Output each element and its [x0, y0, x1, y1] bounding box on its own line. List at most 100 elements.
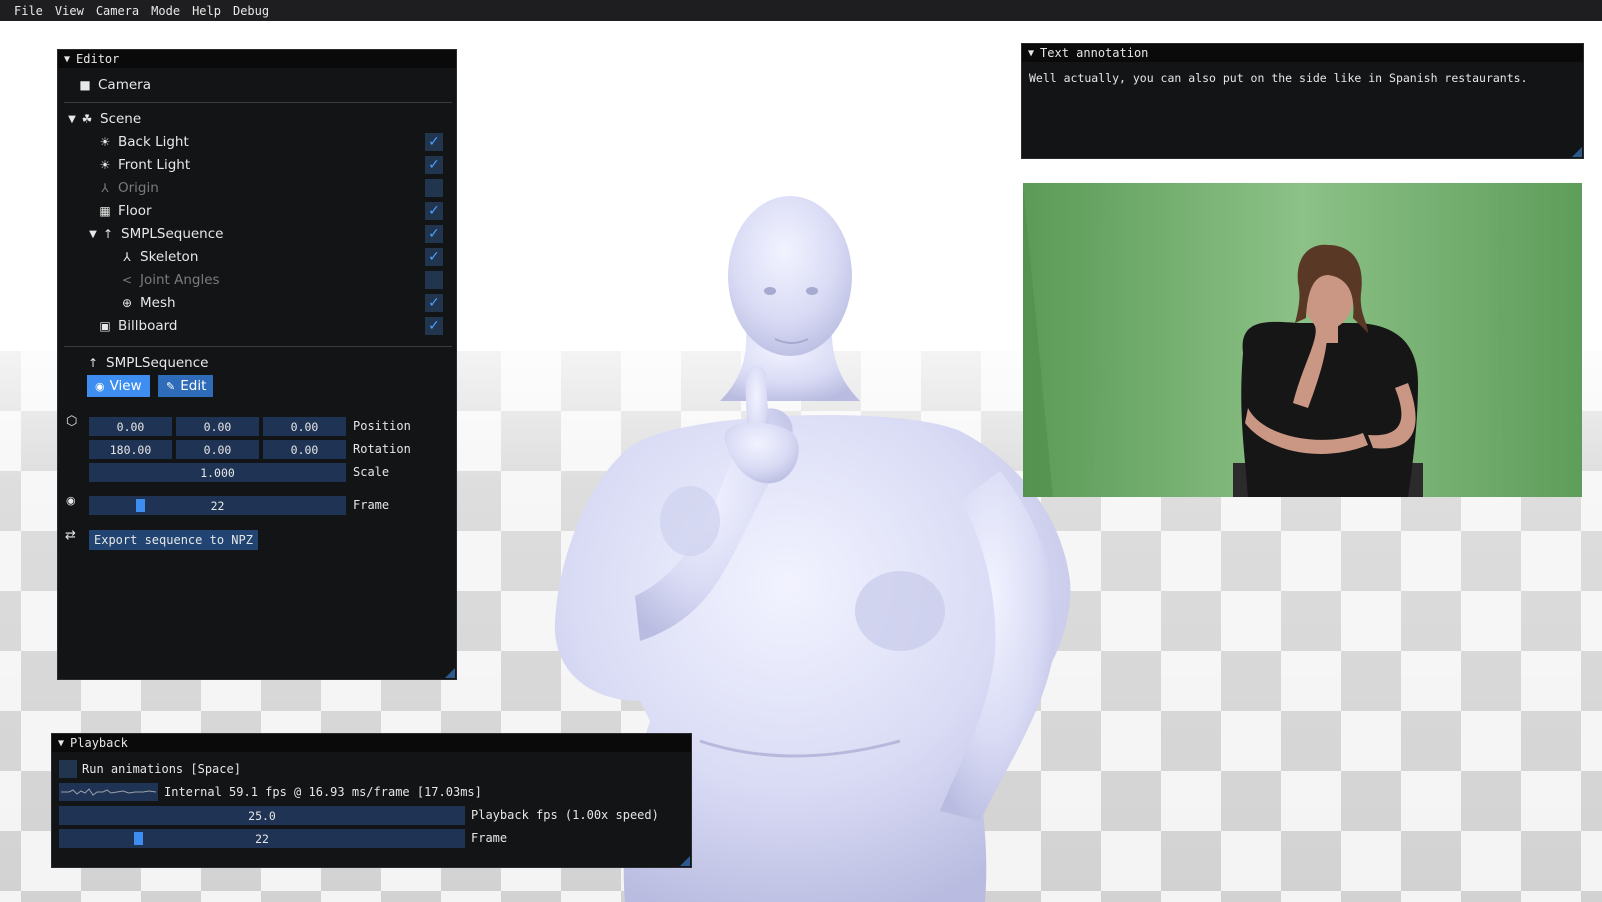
- scene-node[interactable]: ▼ ☘ Scene: [67, 108, 141, 130]
- cube-icon: ⬡: [66, 414, 78, 429]
- fps-readout: Internal 59.1 fps @ 16.93 ms/frame [17.0…: [164, 785, 482, 799]
- playback-title-bar[interactable]: ▼ Playback: [52, 734, 691, 752]
- expand-triangle-icon[interactable]: ▼: [67, 114, 77, 125]
- menu-view[interactable]: View: [49, 4, 90, 18]
- rotation-y-field[interactable]: 0.00: [176, 440, 259, 459]
- visibility-checkbox-front-light[interactable]: ✓: [425, 156, 443, 174]
- annotation-text: Well actually, you can also put on the s…: [1029, 71, 1528, 85]
- view-mode-button[interactable]: ◉ View: [87, 375, 150, 397]
- check-icon: ✓: [428, 249, 440, 265]
- collapse-triangle-icon[interactable]: ▼: [58, 738, 64, 749]
- menu-debug[interactable]: Debug: [227, 4, 275, 18]
- run-animations-row[interactable]: Run animations [Space]: [59, 759, 241, 779]
- menu-camera[interactable]: Camera: [90, 4, 145, 18]
- editor-title-bar[interactable]: ▼ Editor: [58, 50, 456, 68]
- visibility-checkbox-floor[interactable]: ✓: [425, 202, 443, 220]
- scale-field[interactable]: 1.000: [89, 463, 346, 482]
- collapse-triangle-icon[interactable]: ▼: [1028, 48, 1034, 59]
- tree-item-skeleton[interactable]: ⅄ Skeleton: [120, 246, 198, 268]
- light-icon: ☀: [99, 135, 111, 149]
- playback-frame-label: Frame: [471, 831, 508, 845]
- position-x-field[interactable]: 0.00: [89, 417, 172, 436]
- properties-node-title: SMPLSequence: [106, 355, 209, 371]
- text-annotation-panel: ▼ Text annotation Well actually, you can…: [1021, 43, 1584, 159]
- tree-item-label: Floor: [118, 203, 152, 219]
- visibility-checkbox-joint-angles[interactable]: [425, 271, 443, 289]
- check-icon: ✓: [428, 134, 440, 150]
- tree-item-joint-angles[interactable]: < Joint Angles: [120, 269, 220, 291]
- tree-item-billboard[interactable]: ▣ Billboard: [98, 315, 178, 337]
- expand-triangle-icon[interactable]: ▼: [88, 229, 98, 240]
- visibility-checkbox-origin[interactable]: [425, 179, 443, 197]
- tree-item-label: Joint Angles: [140, 272, 220, 288]
- frame-slider[interactable]: 22: [89, 496, 346, 515]
- video-frame: [1023, 183, 1582, 497]
- editor-title: Editor: [76, 52, 120, 66]
- divider: [64, 346, 452, 347]
- tree-item-label: Mesh: [140, 295, 176, 311]
- tree-item-smplsequence[interactable]: ▼ ↑ SMPLSequence: [88, 223, 223, 245]
- playback-fps-label: Playback fps (1.00x speed): [471, 808, 659, 822]
- check-icon: ✓: [428, 295, 440, 311]
- tree-item-mesh[interactable]: ⊕ Mesh: [120, 292, 176, 314]
- visibility-checkbox-mesh[interactable]: ✓: [425, 294, 443, 312]
- tree-item-label: Billboard: [118, 318, 178, 334]
- tree-item-label: Origin: [118, 180, 159, 196]
- visibility-checkbox-skeleton[interactable]: ✓: [425, 248, 443, 266]
- position-y-field[interactable]: 0.00: [176, 417, 259, 436]
- collapse-triangle-icon[interactable]: ▼: [64, 54, 70, 65]
- export-npz-button[interactable]: Export sequence to NPZ: [89, 530, 258, 550]
- tree-item-origin[interactable]: ⅄ Origin: [98, 177, 159, 199]
- playback-fps-slider[interactable]: 25.0: [59, 806, 465, 825]
- camera-node[interactable]: ■ Camera: [78, 74, 151, 96]
- animation-icon: ◉: [66, 494, 76, 507]
- image-icon: ▣: [99, 319, 111, 333]
- tree-item-back-light[interactable]: ☀ Back Light: [98, 131, 189, 153]
- position-z-field[interactable]: 0.00: [263, 417, 346, 436]
- visibility-checkbox-billboard[interactable]: ✓: [425, 317, 443, 335]
- tree-item-label: Front Light: [118, 157, 191, 173]
- run-animations-checkbox[interactable]: [59, 760, 77, 778]
- slider-grab[interactable]: [134, 832, 143, 845]
- menu-help[interactable]: Help: [186, 4, 227, 18]
- editor-panel: ▼ Editor ■ Camera ▼ ☘ Scene ☀ Back Light…: [57, 49, 457, 680]
- export-arrows-icon: ⇄: [65, 528, 76, 543]
- text-annotation-title: Text annotation: [1040, 46, 1149, 60]
- angle-icon: <: [121, 273, 133, 287]
- check-icon: ✓: [428, 318, 440, 334]
- axes-icon: ⅄: [101, 181, 109, 195]
- playback-frame-slider[interactable]: 22: [59, 829, 465, 848]
- menu-file[interactable]: File: [8, 4, 49, 18]
- playback-panel: ▼ Playback Run animations [Space] Intern…: [51, 733, 692, 868]
- tree-item-label: Back Light: [118, 134, 189, 150]
- skeleton-icon: ⅄: [123, 250, 131, 264]
- visibility-checkbox-back-light[interactable]: ✓: [425, 133, 443, 151]
- eye-icon: ◉: [95, 379, 105, 393]
- run-animations-label: Run animations [Space]: [82, 762, 241, 776]
- rotation-x-field[interactable]: 180.00: [89, 440, 172, 459]
- check-icon: ✓: [428, 203, 440, 219]
- menu-mode[interactable]: Mode: [145, 4, 186, 18]
- rotation-z-field[interactable]: 0.00: [263, 440, 346, 459]
- frame-label: Frame: [353, 498, 390, 512]
- tree-item-front-light[interactable]: ☀ Front Light: [98, 154, 191, 176]
- playback-frame-value: 22: [255, 831, 269, 846]
- light-icon: ☀: [99, 158, 111, 172]
- frame-time-plot-line: [61, 788, 157, 796]
- tree-item-label: SMPLSequence: [121, 226, 224, 242]
- text-annotation-title-bar[interactable]: ▼ Text annotation: [1022, 44, 1583, 62]
- tree-item-floor[interactable]: ▦ Floor: [98, 200, 152, 222]
- check-icon: ✓: [428, 157, 440, 173]
- resize-grip[interactable]: [1572, 147, 1582, 157]
- camera-label: Camera: [98, 77, 151, 93]
- floor-icon: ▦: [99, 204, 111, 218]
- visibility-checkbox-smplsequence[interactable]: ✓: [425, 225, 443, 243]
- fps-row: Internal 59.1 fps @ 16.93 ms/frame [17.0…: [59, 782, 482, 802]
- resize-grip[interactable]: [445, 668, 455, 678]
- menu-bar: File View Camera Mode Help Debug: [0, 0, 1602, 21]
- slider-grab[interactable]: [136, 499, 145, 512]
- scale-label: Scale: [353, 465, 390, 479]
- view-button-label: View: [109, 378, 142, 394]
- edit-mode-button[interactable]: ✎ Edit: [158, 375, 213, 397]
- resize-grip[interactable]: [680, 856, 690, 866]
